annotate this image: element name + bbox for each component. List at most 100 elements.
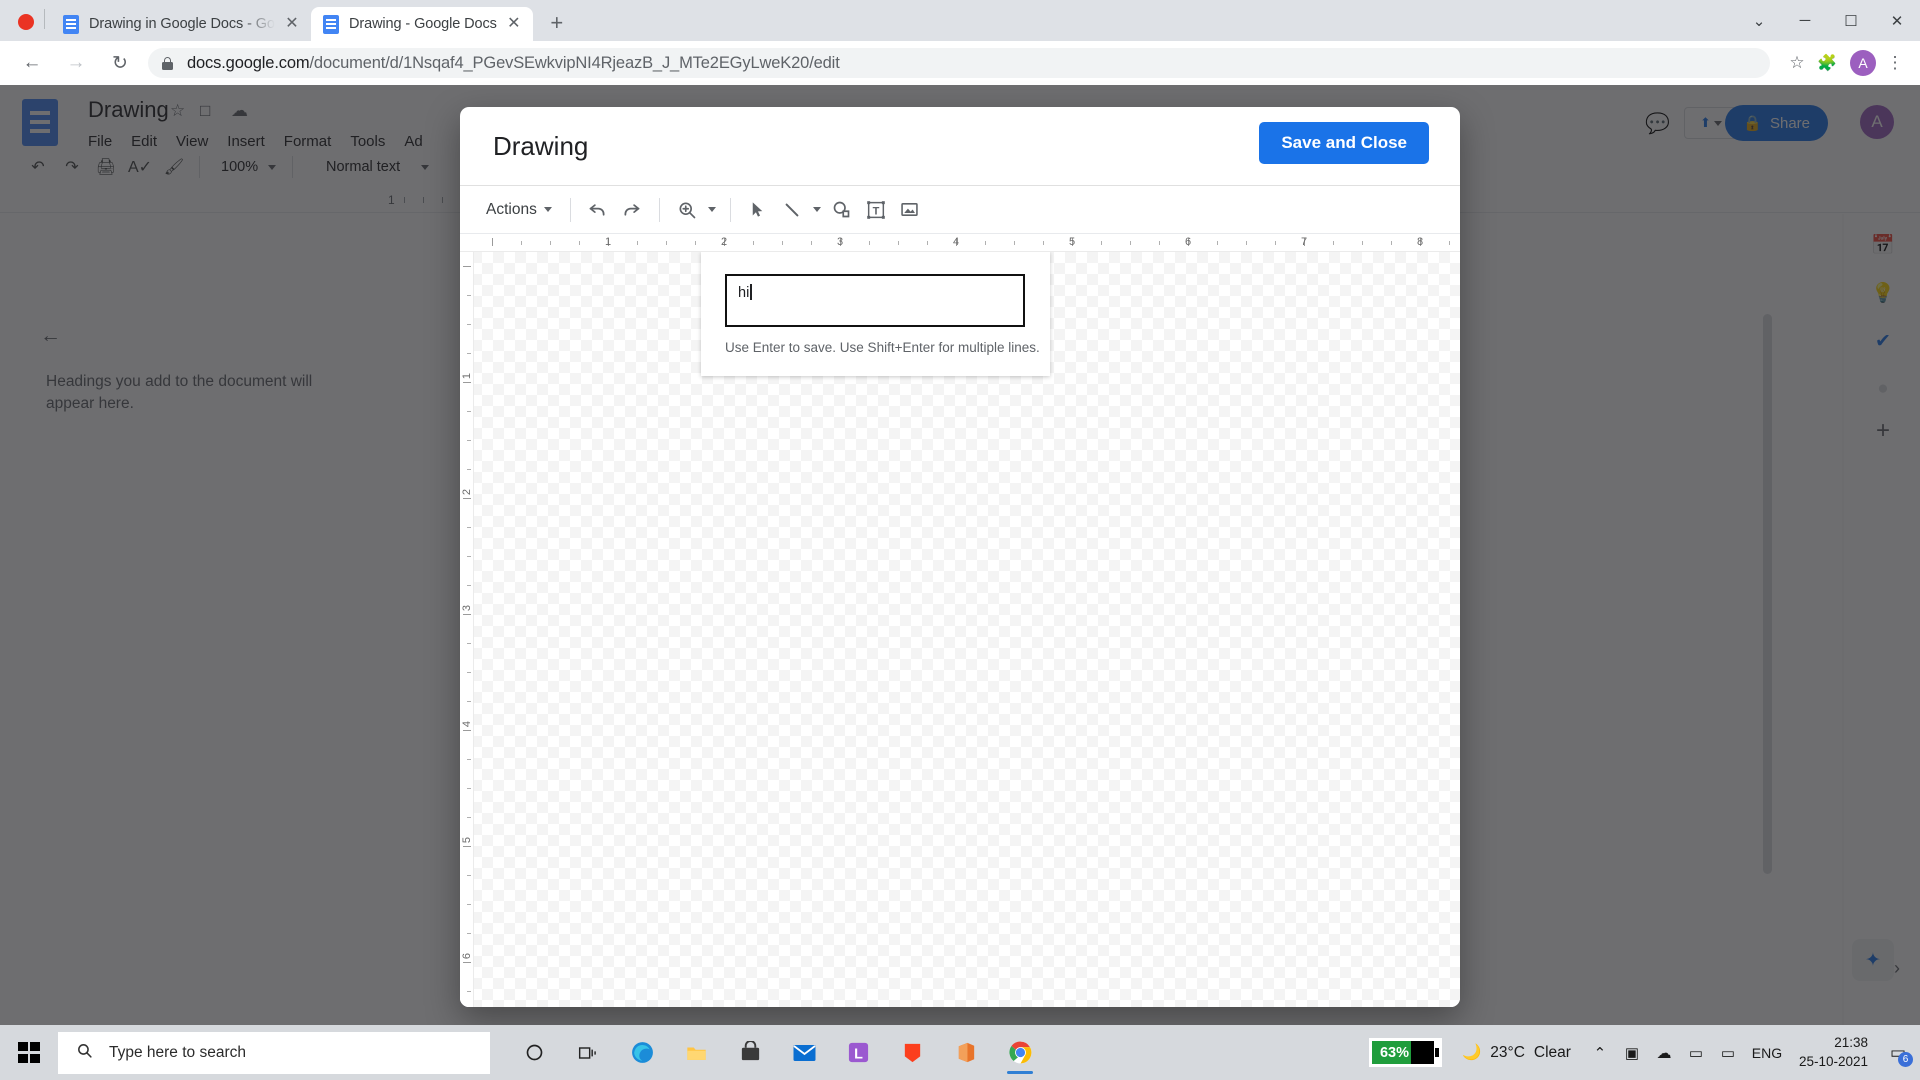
display-settings-icon[interactable]: ▭ xyxy=(1681,1033,1711,1073)
drawing-text-input[interactable]: hi xyxy=(725,274,1025,327)
profile-avatar[interactable]: A xyxy=(1850,50,1876,76)
chevron-down-icon xyxy=(543,207,552,212)
new-tab-button[interactable]: + xyxy=(541,8,573,38)
address-bar[interactable]: docs.google.com/document/d/1Nsqaf4_PGevS… xyxy=(148,48,1770,78)
ruler-label: 5 xyxy=(1068,236,1076,248)
back-button-icon[interactable]: ← xyxy=(16,47,48,79)
ruler-tick xyxy=(467,527,471,528)
window-minimize-button[interactable]: ─ xyxy=(1782,0,1828,41)
ruler-label: 1 xyxy=(604,236,612,248)
google-chrome-icon[interactable] xyxy=(998,1030,1042,1075)
line-icon[interactable] xyxy=(775,194,809,226)
window-close-button[interactable]: ✕ xyxy=(1874,0,1920,41)
ruler-tick xyxy=(467,556,471,557)
text-cursor xyxy=(750,284,752,300)
save-and-close-button[interactable]: Save and Close xyxy=(1259,122,1429,164)
text-entry-popover: hi Use Enter to save. Use Shift+Enter fo… xyxy=(701,252,1050,376)
text-input-value: hi xyxy=(738,285,750,301)
file-explorer-icon[interactable] xyxy=(674,1030,718,1075)
ruler-tick xyxy=(463,962,471,963)
notification-count-badge: 6 xyxy=(1898,1051,1913,1067)
chrome-menu-icon[interactable]: ⋮ xyxy=(1884,53,1906,73)
omnibox-actions: ☆ 🧩 A ⋮ xyxy=(1782,50,1920,76)
redo-icon[interactable] xyxy=(615,194,649,226)
ruler-label: 2 xyxy=(720,236,728,248)
ruler-tick-row: 1 2 3 4 5 6 7 8 xyxy=(474,234,1460,252)
lock-icon[interactable] xyxy=(162,56,173,70)
taskbar-search-input[interactable]: Type here to search xyxy=(58,1031,490,1074)
ruler-tick xyxy=(1246,241,1247,245)
microsoft-edge-icon[interactable] xyxy=(620,1030,664,1075)
ruler-tick xyxy=(695,241,696,245)
ruler-tick xyxy=(467,585,471,586)
weather-temperature: 23°C xyxy=(1490,1043,1525,1061)
ruler-tick xyxy=(463,846,471,847)
ruler-tick xyxy=(467,933,471,934)
start-button[interactable] xyxy=(0,1025,58,1080)
url-text: docs.google.com/document/d/1Nsqaf4_PGevS… xyxy=(187,54,840,73)
reload-button-icon[interactable]: ↻ xyxy=(104,47,136,79)
zoom-in-icon[interactable] xyxy=(670,194,704,226)
ruler-tick xyxy=(1449,241,1450,245)
toolbar-divider xyxy=(569,197,571,222)
ruler-tick xyxy=(927,241,928,245)
weather-widget[interactable]: 🌙 23°C Clear xyxy=(1450,1043,1583,1062)
ruler-tick xyxy=(463,498,471,499)
cortana-icon[interactable] xyxy=(512,1030,556,1075)
weather-condition: Clear xyxy=(1533,1043,1571,1061)
window-maximize-button[interactable]: ☐ xyxy=(1828,0,1874,41)
search-placeholder-text: Type here to search xyxy=(109,1043,246,1061)
language-indicator[interactable]: ENG xyxy=(1745,1033,1789,1073)
ruler-tick xyxy=(782,241,783,245)
ruler-tick xyxy=(463,730,471,731)
lightshot-icon[interactable]: L xyxy=(836,1030,880,1075)
extensions-puzzle-icon[interactable]: 🧩 xyxy=(1812,53,1842,73)
text-box-icon[interactable]: T xyxy=(859,194,893,226)
mail-icon[interactable] xyxy=(782,1030,826,1075)
ruler-tick xyxy=(753,241,754,245)
battery-status-indicator[interactable]: 63% xyxy=(1368,1038,1442,1067)
drawing-vertical-ruler[interactable]: 1 2 3 4 5 6 xyxy=(460,252,474,1007)
ruler-label: 4 xyxy=(461,720,473,728)
ruler-tick xyxy=(467,991,471,992)
monitor-icon[interactable]: ▭ xyxy=(1713,1033,1743,1073)
shape-icon[interactable] xyxy=(825,194,859,226)
tab-close-icon[interactable]: ✕ xyxy=(503,13,525,35)
actions-menu-button[interactable]: Actions xyxy=(478,194,560,226)
browser-tab-1[interactable]: Drawing in Google Docs - Google... ✕ xyxy=(51,7,311,41)
browser-tab-2[interactable]: Drawing - Google Docs ✕ xyxy=(311,7,533,41)
tab-close-icon[interactable]: ✕ xyxy=(281,13,303,35)
chrome-minimize-hint-icon[interactable]: ⌄ xyxy=(1736,0,1782,41)
show-hidden-icons-chevron-icon[interactable]: ⌃ xyxy=(1585,1033,1615,1073)
office-icon[interactable] xyxy=(944,1030,988,1075)
line-dropdown-caret[interactable] xyxy=(809,194,825,226)
drawing-dialog: Drawing Save and Close Actions T 1 2 3 4… xyxy=(460,107,1460,1007)
ruler-tick xyxy=(1217,241,1218,245)
drawing-horizontal-ruler[interactable]: 1 2 3 4 5 6 7 8 xyxy=(460,234,1460,252)
dialog-title: Drawing xyxy=(493,131,589,161)
drawing-canvas[interactable]: 1 2 3 4 5 6 hi Use Enter to save. Use Shift+E… xyxy=(460,252,1460,1007)
onedrive-cloud-icon[interactable]: ☁ xyxy=(1649,1033,1679,1073)
ruler-tick xyxy=(898,241,899,245)
ruler-label: 5 xyxy=(461,836,473,844)
yandex-icon[interactable] xyxy=(890,1030,934,1075)
screen-recording-indicator-icon xyxy=(18,14,34,30)
task-view-icon[interactable] xyxy=(566,1030,610,1075)
forward-button-icon[interactable]: → xyxy=(60,47,92,79)
svg-text:L: L xyxy=(854,1046,863,1062)
undo-icon[interactable] xyxy=(581,194,615,226)
notification-center-button[interactable]: ▭ 6 xyxy=(1882,1033,1914,1073)
system-tray: 63% 🌙 23°C Clear ⌃ ▣ ☁ ▭ ▭ ENG 21:38 25-… xyxy=(1368,1033,1920,1073)
action-center-tray-icon[interactable]: ▣ xyxy=(1617,1033,1647,1073)
microsoft-store-icon[interactable] xyxy=(728,1030,772,1075)
ruler-tick xyxy=(467,469,471,470)
ruler-label: 4 xyxy=(952,236,960,248)
ruler-tick xyxy=(467,324,471,325)
taskbar-clock[interactable]: 21:38 25-10-2021 xyxy=(1791,1034,1880,1070)
zoom-dropdown-caret[interactable] xyxy=(704,194,720,226)
select-arrow-icon[interactable] xyxy=(741,194,775,226)
moon-icon: 🌙 xyxy=(1461,1044,1482,1061)
bookmark-star-icon[interactable]: ☆ xyxy=(1782,53,1812,73)
image-icon[interactable] xyxy=(893,194,927,226)
actions-menu-label: Actions xyxy=(486,200,537,218)
